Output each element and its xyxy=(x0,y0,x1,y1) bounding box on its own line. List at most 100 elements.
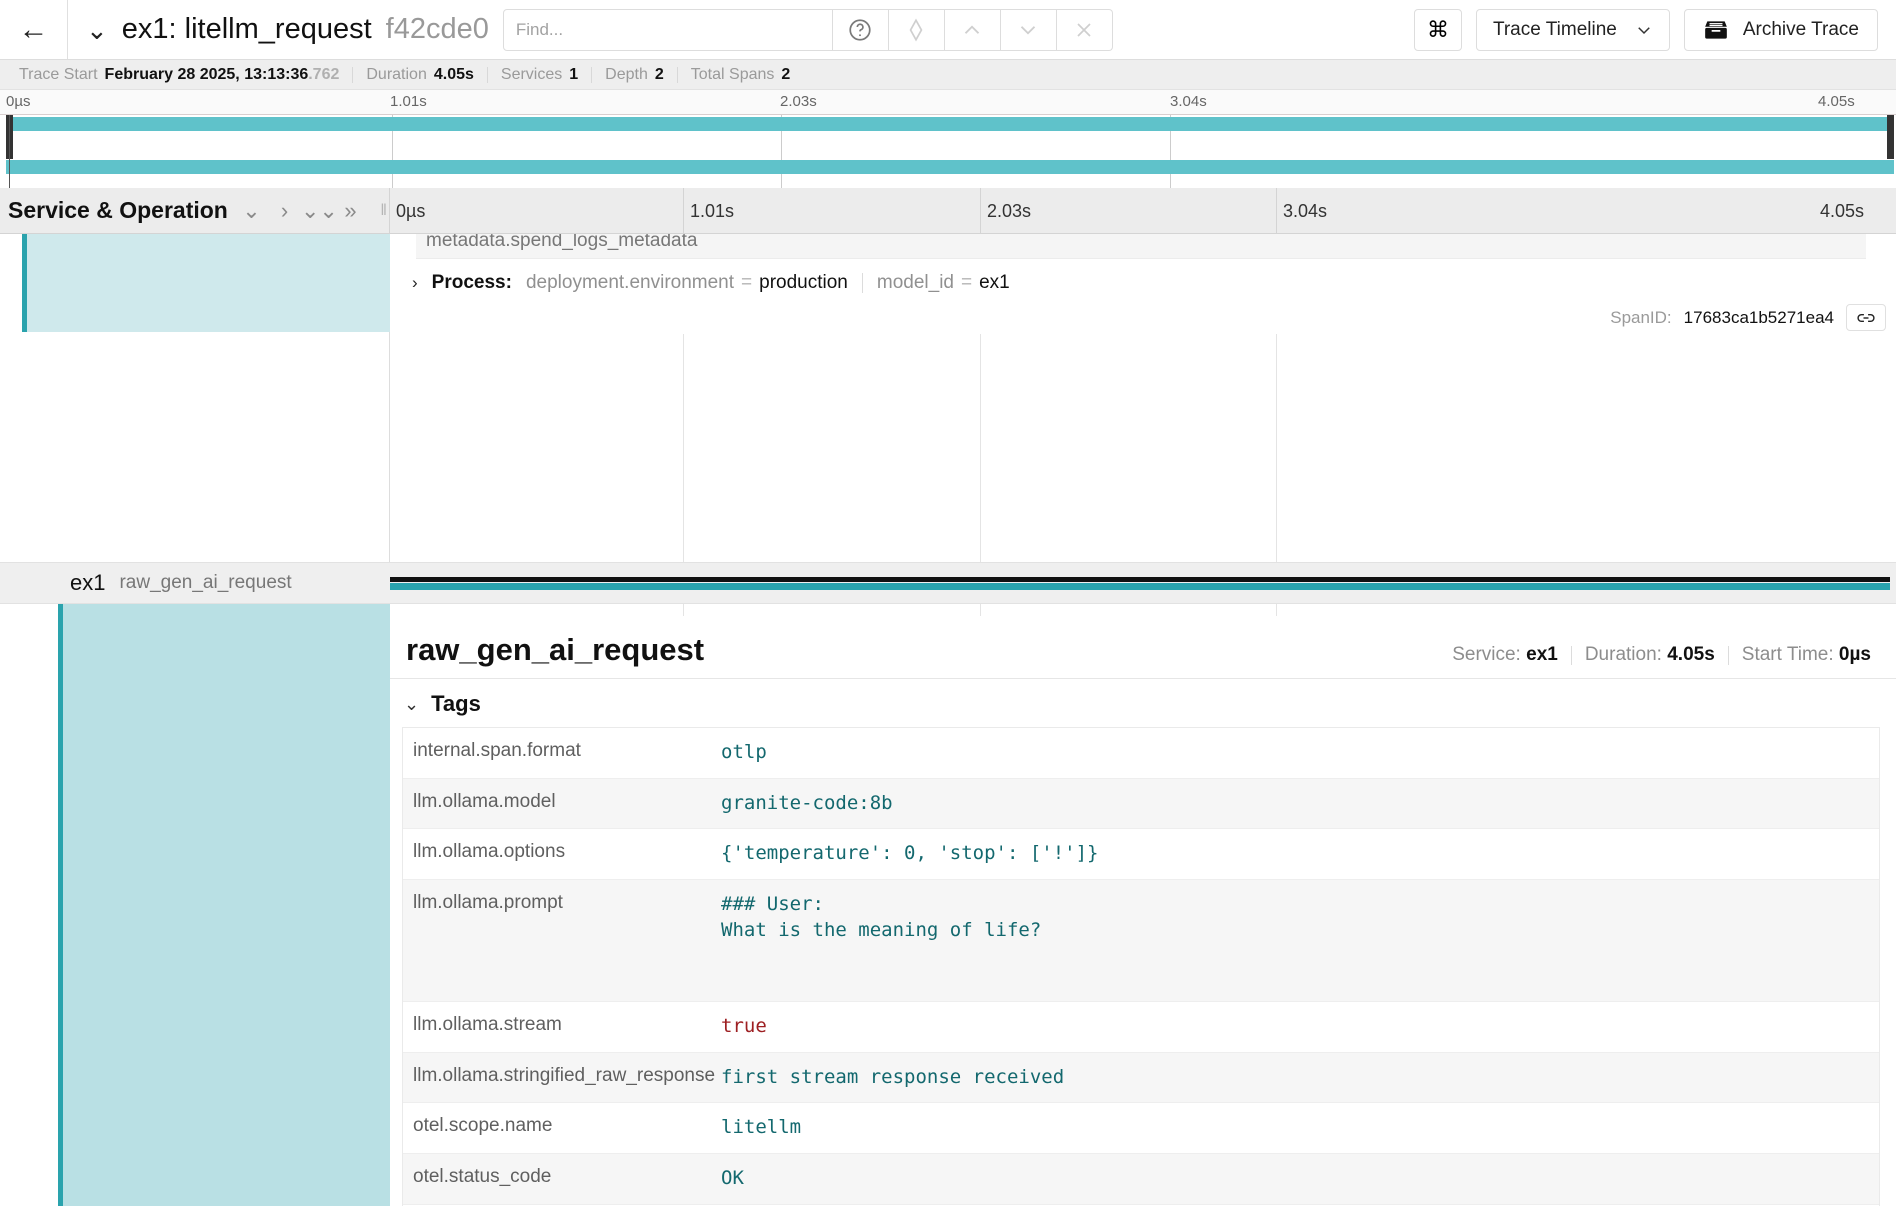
tag-key: llm.ollama.options xyxy=(413,841,566,863)
total-spans-label: Total Spans xyxy=(690,65,775,83)
tag-key: llm.ollama.stringified_raw_response xyxy=(413,1064,716,1086)
depth-value: 2 xyxy=(654,65,664,83)
view-select[interactable]: Trace Timeline xyxy=(1475,8,1670,51)
top-header-bar: ← ⌄ ex1: litellm_request f42cde0 Find...… xyxy=(0,0,1896,60)
tag-key: llm.ollama.stream xyxy=(413,1014,562,1036)
chevron-down-icon xyxy=(1638,26,1650,34)
trace-start-item: Trace Start February 28 2025, 13:13:36.7… xyxy=(6,66,352,84)
back-button[interactable]: ← xyxy=(0,0,68,59)
minimap-tick: 1.01s xyxy=(390,93,427,110)
axis-tick: 1.01s xyxy=(690,201,735,221)
tag-key: llm.ollama.prompt xyxy=(413,891,563,913)
span-detail-title: raw_gen_ai_request xyxy=(406,632,705,667)
process-label: Process: xyxy=(431,272,512,293)
table-row: llm.ollama.model granite-code:8b xyxy=(403,778,1879,830)
span-duration-meta: Duration: 4.05s xyxy=(1572,644,1728,666)
search-input[interactable] xyxy=(502,8,833,51)
total-spans-item: Total Spans 2 xyxy=(678,66,804,84)
trace-id: f42cde0 xyxy=(385,13,489,45)
timeline-column-header: Service & Operation ⌄ › ⌄⌄ » ‖ 0µs 1.01s… xyxy=(0,188,1896,234)
chevron-right-icon[interactable]: › xyxy=(268,199,301,222)
total-spans-value: 2 xyxy=(781,65,791,83)
axis-gridline xyxy=(980,188,981,233)
minimap-body[interactable] xyxy=(0,114,1896,188)
timeline-body: metadata.spend_logs_metadata › Process: … xyxy=(0,234,1896,1206)
focus-marker-button[interactable] xyxy=(888,8,945,51)
chevron-down-icon[interactable]: ⌄ xyxy=(235,199,268,222)
axis-tick: 2.03s xyxy=(987,201,1032,221)
trace-timeline-page: ← ⌄ ex1: litellm_request f42cde0 Find...… xyxy=(0,0,1896,1220)
clear-search-button[interactable] xyxy=(1056,8,1113,51)
trace-start-label: Trace Start xyxy=(19,65,98,83)
table-row: llm.ollama.options {'temperature': 0, 'st… xyxy=(403,829,1879,880)
double-chevron-down-icon[interactable]: ⌄⌄ xyxy=(301,199,338,222)
tag-value: {'temperature': 0, 'stop': ['!']} xyxy=(721,842,1099,865)
tags-table: internal.span.format otlp llm.ollama.model… xyxy=(402,727,1880,1206)
duration-item: Duration 4.05s xyxy=(353,66,487,84)
archive-trace-button[interactable]: Archive Trace xyxy=(1683,8,1878,51)
duration-value: 4.05s xyxy=(1667,644,1715,665)
tags-section-toggle[interactable]: ⌄ Tags xyxy=(390,679,1896,727)
start-time-value: 0µs xyxy=(1838,644,1871,665)
tag-key: otel.status_code xyxy=(413,1166,552,1188)
table-row: llm.ollama.stringified_raw_response first… xyxy=(403,1052,1879,1104)
span-duration-bar[interactable] xyxy=(390,577,1890,591)
page-title: ex1: litellm_request xyxy=(121,13,372,45)
table-row: otel.status_code OK xyxy=(403,1154,1879,1205)
chevron-down-icon: ⌄ xyxy=(404,693,420,714)
depth-item: Depth 2 xyxy=(592,66,677,84)
axis-tick: 0µs xyxy=(396,201,426,221)
tag-value: litellm xyxy=(721,1116,802,1139)
span-detail-header: raw_gen_ai_request Service: ex1 Duration… xyxy=(390,616,1896,679)
span-detail-panel: raw_gen_ai_request Service: ex1 Duration… xyxy=(390,616,1896,1206)
process-tag: deployment.environment = production xyxy=(526,272,848,294)
tree-controls: ⌄ › ⌄⌄ » xyxy=(235,199,389,222)
parent-process-summary[interactable]: › Process: deployment.environment = prod… xyxy=(412,272,1010,294)
copy-span-link-button[interactable] xyxy=(1846,304,1886,331)
services-label: Services xyxy=(500,65,563,83)
find-toolbar xyxy=(502,0,1113,59)
tag-key: internal.span.format xyxy=(413,740,581,761)
span-bar-outline xyxy=(390,577,1890,582)
process-tag-value: production xyxy=(759,272,848,293)
tag-key: otel.scope.name xyxy=(413,1115,553,1137)
span-id-label: SpanID: xyxy=(1610,307,1672,327)
minimap-drag-handle-right[interactable] xyxy=(1887,115,1894,159)
duration-label: Duration: xyxy=(1584,644,1662,665)
table-row: otel.scope.name litellm xyxy=(403,1103,1879,1155)
divider xyxy=(861,273,863,293)
process-tag-key: deployment.environment xyxy=(525,272,735,293)
minimap-tick-row: 0µs 1.01s 2.03s 3.04s 4.05s xyxy=(0,90,1896,114)
table-row: span.kindinternal xyxy=(403,1204,1879,1206)
archive-box-icon xyxy=(1705,20,1727,39)
chevron-right-icon[interactable]: › xyxy=(412,273,418,293)
services-item: Services 1 xyxy=(488,66,591,84)
prev-match-button[interactable] xyxy=(944,8,1001,51)
minimap-span-bar xyxy=(6,160,1894,174)
keyboard-shortcuts-button[interactable]: ⌘ xyxy=(1413,8,1462,51)
process-tag-value: ex1 xyxy=(979,272,1010,293)
span-bar-fill xyxy=(390,583,1890,590)
table-row: llm.ollama.stream true xyxy=(403,1002,1879,1053)
span-tree-gutter xyxy=(0,234,390,1206)
tag-value: first stream response received xyxy=(721,1065,1065,1088)
table-row: internal.span.format otlp xyxy=(403,728,1879,779)
double-chevron-right-icon[interactable]: » xyxy=(334,199,367,222)
service-value: ex1 xyxy=(1526,644,1558,665)
span-service-name: ex1 xyxy=(70,570,106,595)
column-resize-grip[interactable]: ‖ xyxy=(380,202,386,220)
chevron-down-icon[interactable]: ⌄ xyxy=(86,17,108,43)
trace-minimap[interactable]: 0µs 1.01s 2.03s 3.04s 4.05s xyxy=(0,90,1896,188)
help-button[interactable] xyxy=(832,8,889,51)
span-row[interactable]: ex1 raw_gen_ai_request xyxy=(0,562,1896,604)
command-key-icon: ⌘ xyxy=(1426,16,1449,42)
trace-start-fraction: .762 xyxy=(308,65,340,83)
span-id-value: 17683ca1b5271ea4 xyxy=(1683,307,1834,327)
next-match-button[interactable] xyxy=(1000,8,1057,51)
duration-label: Duration xyxy=(366,65,427,83)
cut-off-tag-key: metadata.spend_logs_metadata xyxy=(416,234,1866,259)
span-start-meta: Start Time: 0µs xyxy=(1729,644,1884,666)
tag-value: internal xyxy=(713,1205,1879,1206)
depth-label: Depth xyxy=(605,65,648,83)
trace-title-group: ⌄ ex1: litellm_request f42cde0 xyxy=(68,0,497,59)
